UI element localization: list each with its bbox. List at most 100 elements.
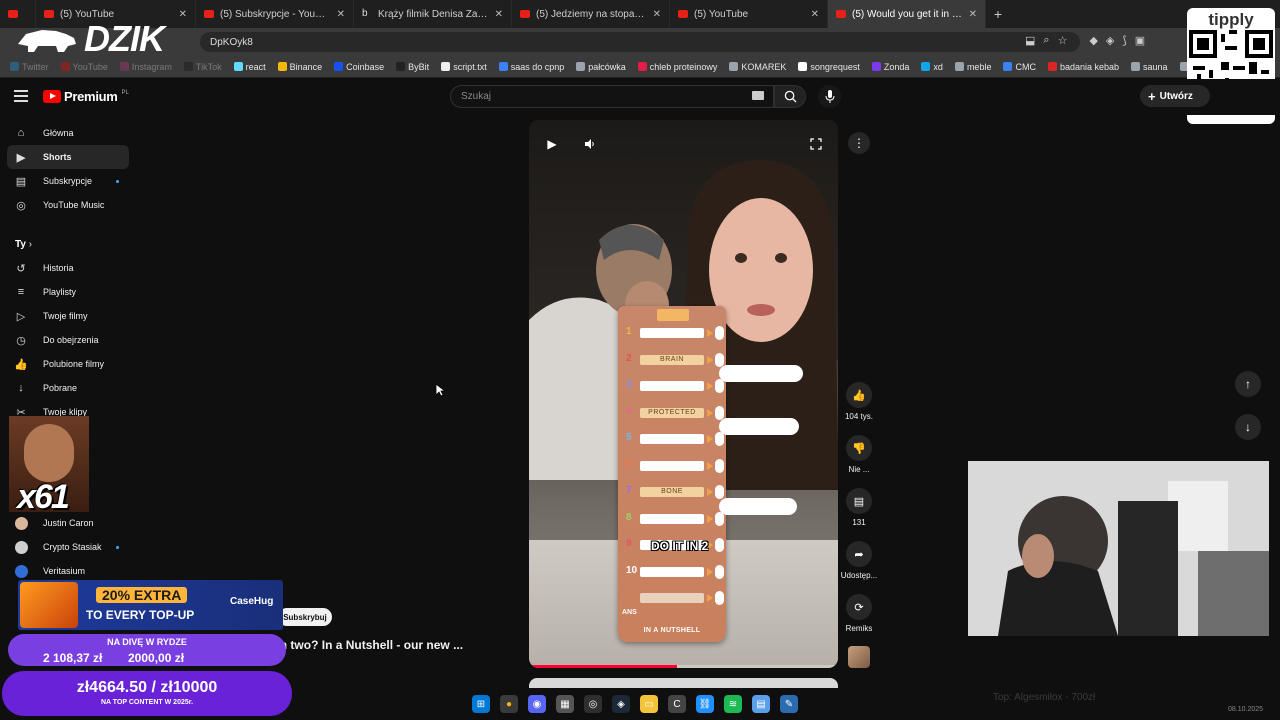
- bookmark-item[interactable]: Instagram: [119, 62, 172, 72]
- laughing-emote: x61: [9, 416, 89, 512]
- board-peg: [715, 538, 724, 552]
- steam-icon[interactable]: ◈: [612, 695, 630, 713]
- youtube-logo[interactable]: Premium PL: [43, 89, 129, 104]
- more-options-button[interactable]: ⋮: [848, 132, 870, 154]
- browser-tab-3[interactable]: b Krąży filmik Denisa Załęckiego ✕: [354, 0, 512, 28]
- extension-icon[interactable]: ◆: [1089, 34, 1097, 47]
- bookmark-item[interactable]: pałcówka: [576, 62, 626, 72]
- spotify-icon[interactable]: ≋: [724, 695, 742, 713]
- bookmark-item[interactable]: sauna: [1131, 62, 1168, 72]
- next-short-preview[interactable]: [529, 678, 838, 688]
- sidebar-item-playlists[interactable]: ≡ Playlisty: [7, 280, 129, 304]
- bookmark-item[interactable]: Binance: [277, 62, 322, 72]
- bookmark-item[interactable]: Coinbase: [334, 62, 384, 72]
- play-button[interactable]: ▶: [542, 134, 562, 154]
- bookmark-item[interactable]: Twitter: [10, 62, 49, 72]
- previous-short-button[interactable]: ↑: [1235, 371, 1261, 397]
- menu-icon[interactable]: [14, 90, 28, 102]
- bookmark-item[interactable]: songrequest: [798, 62, 860, 72]
- browser-tab-6[interactable]: (5) Would you get it in two? In ✕: [828, 0, 986, 28]
- bookmark-item[interactable]: meble: [954, 62, 991, 72]
- remix-button[interactable]: ⟳ Remiks: [838, 594, 880, 633]
- close-tab-icon[interactable]: ✕: [653, 9, 661, 20]
- board-blank: [640, 566, 704, 577]
- chrome-icon[interactable]: ●: [500, 695, 518, 713]
- board-peg: [715, 379, 724, 393]
- create-button[interactable]: + Utwórz: [1140, 85, 1210, 107]
- next-short-button[interactable]: ↓: [1235, 414, 1261, 440]
- webcam-scene: [968, 461, 1269, 636]
- board-peg: [715, 458, 724, 473]
- sidebar-subscription-item[interactable]: Justin Caron: [7, 511, 129, 535]
- sidebar-item-subscriptions[interactable]: ▤ Subskrypcje: [7, 169, 129, 193]
- close-tab-icon[interactable]: ✕: [495, 9, 503, 20]
- extension-icon[interactable]: ⟆: [1122, 34, 1126, 47]
- bookmark-item[interactable]: badania kebab: [1047, 62, 1119, 72]
- sidebar-item-downloads[interactable]: ↓ Pobrane: [7, 376, 129, 400]
- close-tab-icon[interactable]: ✕: [337, 9, 345, 20]
- install-icon[interactable]: ⬓: [1025, 34, 1035, 47]
- board-row-number: 6: [626, 458, 632, 470]
- search-input[interactable]: Szukaj: [450, 85, 774, 108]
- sidebar-item-liked[interactable]: 👍 Polubione filmy: [7, 352, 129, 376]
- board-row-number: 9: [626, 538, 632, 549]
- sound-thumbnail[interactable]: [848, 646, 870, 668]
- bookmark-item[interactable]: ByBit: [396, 62, 429, 72]
- board-top-block: [657, 309, 689, 321]
- keyboard-icon[interactable]: [752, 91, 764, 100]
- sidebar-item-history[interactable]: ↺ Historia: [7, 256, 129, 280]
- video-progress-bar[interactable]: [529, 665, 838, 668]
- discord-icon[interactable]: ◉: [528, 695, 546, 713]
- zoom-icon[interactable]: ⌕: [1043, 34, 1049, 47]
- close-tab-icon[interactable]: ✕: [811, 9, 819, 20]
- app-icon[interactable]: ▦: [556, 695, 574, 713]
- bookmark-item[interactable]: xd: [921, 62, 943, 72]
- search-button[interactable]: [774, 85, 806, 108]
- editor-icon[interactable]: ✎: [780, 695, 798, 713]
- like-button[interactable]: 👍 104 tys.: [838, 382, 880, 421]
- bookmark-item[interactable]: KOMAREK: [729, 62, 786, 72]
- comments-button[interactable]: ▤ 131: [838, 488, 880, 527]
- arrow-down-icon: ↓: [1245, 420, 1251, 434]
- board-word: BRAIN: [640, 354, 704, 365]
- dislike-button[interactable]: 👎 Nie ...: [838, 435, 880, 474]
- star-icon[interactable]: ☆: [1058, 34, 1068, 47]
- bookmark-item[interactable]: script.txt: [441, 62, 487, 72]
- bookmark-item[interactable]: YouTube: [60, 62, 108, 72]
- ccleaner-icon[interactable]: C: [668, 695, 686, 713]
- browser-tab-2[interactable]: (5) Subskrypcje - YouTube ✕: [196, 0, 354, 28]
- bookmark-item[interactable]: TikTok: [183, 62, 222, 72]
- fullscreen-button[interactable]: [806, 134, 826, 154]
- shorts-player[interactable]: ▶ 1 2 BRAIN 3 4 PROTECTED 5 6 7 BONE 8 9 10 ANS IN A…: [529, 120, 838, 668]
- sidebar-item-home[interactable]: ⌂ Główna: [7, 121, 129, 145]
- file-explorer-icon[interactable]: ▭: [640, 695, 658, 713]
- network-icon[interactable]: ⛓: [696, 695, 714, 713]
- voice-search-button[interactable]: [818, 85, 841, 108]
- browser-tab-4[interactable]: (5) Jedziemy na stopa do Niem ✕: [512, 0, 670, 28]
- board-blank: [640, 460, 704, 471]
- puzzle-icon[interactable]: ▣: [1135, 34, 1145, 47]
- sidebar-item-your-videos[interactable]: ▷ Twoje filmy: [7, 304, 129, 328]
- bookmark-item[interactable]: react: [233, 62, 266, 72]
- volume-button[interactable]: [580, 134, 600, 154]
- sidebar-item-music[interactable]: ◎ YouTube Music: [7, 193, 129, 217]
- bookmark-item[interactable]: chleb proteinowy: [637, 62, 717, 72]
- sidebar-item-shorts[interactable]: ▶ Shorts: [7, 145, 129, 169]
- extension-icon[interactable]: ◈: [1106, 34, 1114, 47]
- bookmark-item[interactable]: saas do cpnp: [498, 62, 564, 72]
- sidebar-subscription-item[interactable]: Crypto Stasiak: [7, 535, 129, 559]
- bookmark-favicon-icon: [10, 62, 19, 71]
- bookmark-item[interactable]: CMC: [1003, 62, 1036, 72]
- new-tab-button[interactable]: +: [986, 6, 1010, 22]
- obs-icon[interactable]: ◎: [584, 695, 602, 713]
- browser-tab-5[interactable]: (5) YouTube ✕: [670, 0, 828, 28]
- you-section-title[interactable]: Ty ›: [15, 239, 32, 250]
- windows-start-icon[interactable]: ⊞: [472, 695, 490, 713]
- notepad-icon[interactable]: ▤: [752, 695, 770, 713]
- sidebar-item-watch-later[interactable]: ◷ Do obejrzenia: [7, 328, 129, 352]
- subscribe-button[interactable]: Subskrybuj: [278, 608, 332, 626]
- bookmark-item[interactable]: Zonda: [871, 62, 909, 72]
- share-button[interactable]: ➦ Udostęp...: [838, 541, 880, 580]
- close-tab-icon[interactable]: ✕: [969, 9, 977, 20]
- address-bar[interactable]: DpKOyk8: [200, 32, 1080, 52]
